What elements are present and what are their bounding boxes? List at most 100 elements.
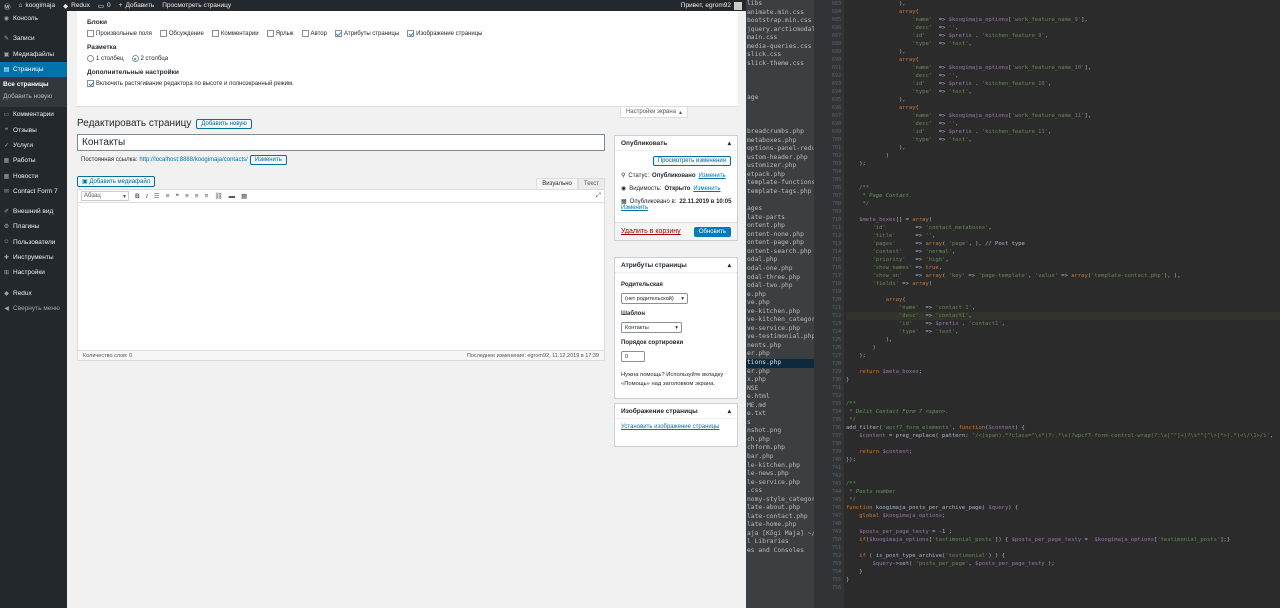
tree-item[interactable]: ch.php [746, 436, 814, 445]
permalink-link[interactable]: http://localhost:8888/koogimaja/contacts… [139, 157, 247, 163]
bullet-list-icon[interactable]: ☰ [154, 192, 160, 200]
menu-redux[interactable]: ◆ Redux [0, 285, 67, 300]
tree-item[interactable]: odal-three.php [746, 274, 814, 283]
align-right-icon[interactable]: ≡ [205, 193, 209, 200]
admin-bar-account[interactable]: Привет, egrom92 [681, 1, 742, 10]
tree-item[interactable]: NSE [746, 385, 814, 394]
tree-item[interactable]: odal-one.php [746, 265, 814, 274]
tree-item[interactable]: ve-testimonial.php [746, 333, 814, 342]
menu-appearance[interactable]: ✐ Внешний вид [0, 204, 67, 219]
tree-item[interactable]: ve-service.php [746, 325, 814, 334]
tree-item[interactable]: nshot.png [746, 427, 814, 436]
align-left-icon[interactable]: ≡ [185, 193, 189, 200]
update-button[interactable]: Обновить [693, 226, 731, 237]
permalink-edit-button[interactable]: Изменить [249, 155, 287, 165]
tab-text[interactable]: Текст [577, 178, 605, 189]
tree-item[interactable]: bootstrap.min.css [746, 17, 814, 26]
tree-item[interactable]: e.txt [746, 410, 814, 419]
tree-item[interactable]: tions.php [746, 358, 814, 368]
tree-item[interactable]: age [746, 94, 814, 103]
tree-item[interactable]: le-news.php [746, 470, 814, 479]
menu-testimonials[interactable]: ❝ Отзывы [0, 122, 67, 137]
tree-item[interactable]: l Libraries [746, 538, 814, 547]
tree-item[interactable]: le-kitchen.php [746, 462, 814, 471]
opt-slug[interactable]: Ярлык [266, 30, 294, 37]
preview-changes-button[interactable]: Просмотреть изменения [652, 156, 731, 166]
admin-bar-view[interactable]: Просмотреть страницу [162, 2, 231, 9]
tree-item[interactable]: e.php [746, 291, 814, 300]
tree-item[interactable]: metaboxes.php [746, 137, 814, 146]
opt-expand-editor[interactable]: Включить растягивание редактора по высот… [87, 80, 294, 87]
tree-item[interactable]: aja [Kõgi Maja] ~/Dox [746, 530, 814, 539]
fullscreen-icon[interactable]: ⤢ [596, 192, 601, 200]
tree-item[interactable]: ontent-search.php [746, 248, 814, 257]
menu-settings[interactable]: ⊞ Настройки [0, 265, 67, 280]
tree-item[interactable]: x.php [746, 376, 814, 385]
tree-item[interactable]: libs [746, 0, 814, 9]
numbered-list-icon[interactable]: ≡ [166, 193, 170, 200]
opt-featured-image[interactable]: Изображение страницы [407, 30, 482, 37]
trash-link[interactable]: Удалить в корзину [621, 228, 681, 235]
tree-item[interactable]: ME.md [746, 402, 814, 411]
tree-item[interactable] [746, 197, 814, 206]
add-new-button[interactable]: Добавить новую [196, 118, 252, 129]
menu-tools[interactable]: ✚ Инструменты [0, 250, 67, 265]
italic-icon[interactable]: I [146, 193, 148, 200]
tree-item[interactable]: odal-two.php [746, 282, 814, 291]
tree-item[interactable] [746, 77, 814, 86]
opt-author[interactable]: Автор [301, 30, 327, 37]
editor-textarea[interactable] [77, 203, 605, 351]
featured-image-header[interactable]: Изображение страницы ▴ [615, 404, 737, 419]
tree-item[interactable]: ve.php [746, 299, 814, 308]
admin-bar-site[interactable]: ⌂ koogimaja [19, 2, 56, 9]
tree-item[interactable]: slick.css [746, 51, 814, 60]
submenu-all-pages[interactable]: Все страницы [3, 79, 67, 91]
tab-visual[interactable]: Визуально [536, 178, 578, 189]
tree-item[interactable]: ustomizer.php [746, 162, 814, 171]
read-more-icon[interactable]: ▬ [229, 193, 236, 200]
tree-item[interactable]: s [746, 419, 814, 428]
submenu-add-new[interactable]: Добавить новую [3, 91, 67, 103]
align-center-icon[interactable]: ≡ [195, 193, 199, 200]
tree-item[interactable]: late-home.php [746, 521, 814, 530]
published-edit-link[interactable]: Изменить [621, 205, 648, 211]
tree-item[interactable]: animate.min.css [746, 9, 814, 18]
menu-posts[interactable]: ✎ Записи [0, 31, 67, 46]
tree-item[interactable]: options-panel-redux.p [746, 145, 814, 154]
menu-users[interactable]: ☺ Пользователи [0, 235, 67, 250]
tree-item[interactable]: ages [746, 205, 814, 214]
opt-page-attributes[interactable]: Атрибуты страницы [334, 30, 399, 37]
tree-item[interactable]: breadcrumbs.php [746, 128, 814, 137]
blockquote-icon[interactable]: ❝ [176, 192, 180, 200]
tree-item[interactable]: ontent-none.php [746, 231, 814, 240]
order-input[interactable]: 0 [621, 351, 645, 362]
tree-item[interactable]: template-tags.php [746, 188, 814, 197]
tree-item[interactable] [746, 68, 814, 77]
tree-item[interactable]: nents.php [746, 342, 814, 351]
menu-works[interactable]: ▦ Работы [0, 153, 67, 168]
tree-item[interactable]: ontent-page.php [746, 239, 814, 248]
layout-2col[interactable]: 2 столбца [131, 55, 168, 62]
admin-bar-comments[interactable]: ▭ 0 [98, 2, 111, 10]
toolbar-toggle-icon[interactable]: ▦ [241, 192, 247, 200]
layout-1col[interactable]: 1 столбец [87, 55, 124, 62]
set-featured-image-link[interactable]: Установить изображение страницы [621, 424, 720, 430]
tree-item[interactable]: late-contact.php [746, 513, 814, 522]
tree-item[interactable] [746, 103, 814, 112]
tree-item[interactable]: nomy-style_category.ph [746, 496, 814, 505]
post-title-input[interactable]: Контакты [77, 134, 605, 151]
tree-item[interactable]: .css [746, 487, 814, 496]
tree-item[interactable] [746, 120, 814, 129]
parent-select[interactable]: (нет родительской) ▾ [621, 293, 688, 304]
menu-news[interactable]: ▦ Новости [0, 168, 67, 183]
tree-item[interactable]: er.php [746, 368, 814, 377]
tree-item[interactable]: er.php [746, 350, 814, 359]
menu-services[interactable]: ✓ Услуги [0, 138, 67, 153]
visibility-edit-link[interactable]: Изменить [693, 186, 720, 192]
opt-comments[interactable]: Комментарии [211, 30, 259, 37]
admin-bar-add[interactable]: + Добавить [119, 2, 155, 9]
admin-bar-redux[interactable]: ◆ Redux [63, 2, 90, 10]
publish-header[interactable]: Опубликовать ▴ [615, 136, 737, 151]
menu-pages[interactable]: ▤ Страницы [0, 61, 67, 78]
menu-comments[interactable]: ▭ Комментарии [0, 107, 67, 122]
